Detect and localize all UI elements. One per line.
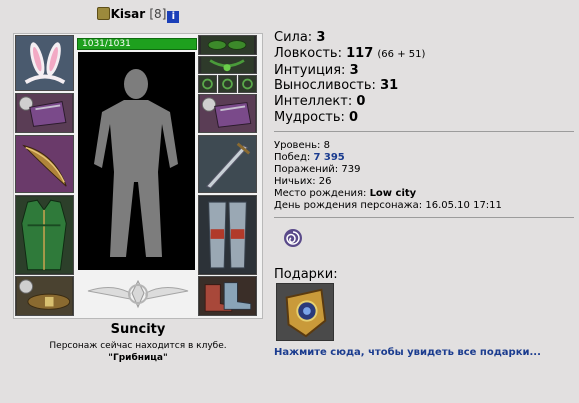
info-value: 8 xyxy=(323,140,330,151)
stat-endurance: Выносливость: 31 xyxy=(274,78,425,94)
stat-value: 3 xyxy=(349,62,359,78)
info-label: Ничьих: xyxy=(274,176,316,187)
ring-slot-3[interactable] xyxy=(238,75,257,93)
stat-label: Интеллект: xyxy=(274,94,353,110)
stat-label: Мудрость: xyxy=(274,109,345,125)
character-level: [8] xyxy=(149,7,167,21)
ring-icon xyxy=(219,76,236,92)
armor-slot[interactable] xyxy=(15,195,74,275)
bunny-ears-icon xyxy=(16,36,73,90)
shield-gift-icon xyxy=(277,284,333,340)
info-label: Уровень: xyxy=(274,140,321,151)
stat-strength: Сила: 3 xyxy=(274,30,425,46)
belt-icon xyxy=(16,277,73,315)
belt-slot[interactable] xyxy=(15,276,74,316)
info-value[interactable]: 7 395 xyxy=(313,152,344,163)
info-birthday: День рождения персонажа: 16.05.10 17:11 xyxy=(274,200,502,212)
info-label: Поражений: xyxy=(274,164,339,175)
stat-wisdom: Мудрость: 0 xyxy=(274,110,425,126)
character-silhouette xyxy=(78,52,195,270)
info-draws: Ничьих: 26 xyxy=(274,176,502,188)
boots-icon xyxy=(199,277,256,315)
character-header: Kisar [8] i xyxy=(0,6,276,23)
info-level: Уровень: 8 xyxy=(274,140,502,152)
all-gifts-link[interactable]: Нажмите сюда, чтобы увидеть все подарки.… xyxy=(274,347,541,358)
ring-icon xyxy=(239,76,256,92)
info-birthplace: Место рождения: Low city xyxy=(274,188,502,200)
info-label: Побед: xyxy=(274,152,311,163)
body-silhouette-icon xyxy=(78,52,195,270)
armor-icon xyxy=(16,196,73,274)
stat-label: Сила: xyxy=(274,30,313,45)
info-value: 26 xyxy=(318,176,332,187)
info-label: Место рождения: xyxy=(274,188,367,199)
emblem xyxy=(82,273,194,315)
stat-agility: Ловкость: 117 (66 + 51) xyxy=(274,46,425,63)
stat-value: 3 xyxy=(316,30,326,45)
info-panel: Уровень: 8 Побед: 7 395 Поражений: 739 Н… xyxy=(274,140,502,212)
weapon-slot[interactable] xyxy=(15,135,74,193)
club-name: "Грибница" xyxy=(108,353,168,363)
gifts-label: Подарки: xyxy=(274,267,338,282)
stat-label: Ловкость: xyxy=(274,45,342,61)
sword-icon xyxy=(199,136,256,192)
stat-intellect: Интеллект: 0 xyxy=(274,94,425,110)
club-info: Персонаж сейчас находится в клубе. "Гриб… xyxy=(0,340,276,364)
stat-label: Выносливость: xyxy=(274,78,376,94)
clan-icon[interactable] xyxy=(96,7,110,20)
bracer-icon xyxy=(16,94,73,132)
info-value: 16.05.10 17:11 xyxy=(425,200,502,211)
info-icon[interactable]: i xyxy=(167,11,180,23)
boots-slot[interactable] xyxy=(198,276,257,316)
gloves-icon xyxy=(199,95,256,132)
stat-intuition: Интуиция: 3 xyxy=(274,63,425,79)
divider xyxy=(274,131,574,132)
info-wins: Побед: 7 395 xyxy=(274,152,502,164)
divider xyxy=(274,217,574,218)
spiral-badge-icon[interactable] xyxy=(283,228,303,248)
city-name: Suncity xyxy=(110,322,166,337)
bracers-slot[interactable] xyxy=(15,93,74,133)
leggings-icon xyxy=(199,196,256,274)
info-value: Low city xyxy=(369,188,417,199)
earring-icon xyxy=(200,36,255,54)
stats-panel: Сила: 3 Ловкость: 117 (66 + 51) Интуиция… xyxy=(274,30,425,126)
info-label: День рождения персонажа: xyxy=(274,200,423,211)
stat-value: 31 xyxy=(380,78,399,94)
ring-slot-1[interactable] xyxy=(198,75,217,93)
ring-slot-2[interactable] xyxy=(218,75,237,93)
stat-label: Интуиция: xyxy=(274,62,346,78)
amulet-icon xyxy=(201,57,254,73)
gloves-slot[interactable] xyxy=(198,94,257,133)
club-text: Персонаж сейчас находится в клубе. xyxy=(49,341,227,351)
winged-emblem-icon xyxy=(87,279,189,309)
amulet-slot[interactable] xyxy=(198,56,257,74)
hp-bar: 1031/1031 xyxy=(77,38,197,50)
shield-slot[interactable] xyxy=(198,135,257,193)
character-name: Kisar xyxy=(110,7,146,21)
helmet-slot[interactable] xyxy=(15,35,74,91)
gift-item[interactable] xyxy=(276,283,334,341)
stat-bonus: (66 + 51) xyxy=(377,48,426,60)
earring-slot[interactable] xyxy=(198,35,257,55)
info-losses: Поражений: 739 xyxy=(274,164,502,176)
leggings-slot[interactable] xyxy=(198,195,257,275)
ring-icon xyxy=(199,76,216,92)
stat-value: 0 xyxy=(349,109,359,125)
stat-value: 117 xyxy=(346,45,374,61)
stat-value: 0 xyxy=(356,94,366,110)
info-value: 739 xyxy=(341,164,361,175)
curved-blade-icon xyxy=(16,136,73,192)
